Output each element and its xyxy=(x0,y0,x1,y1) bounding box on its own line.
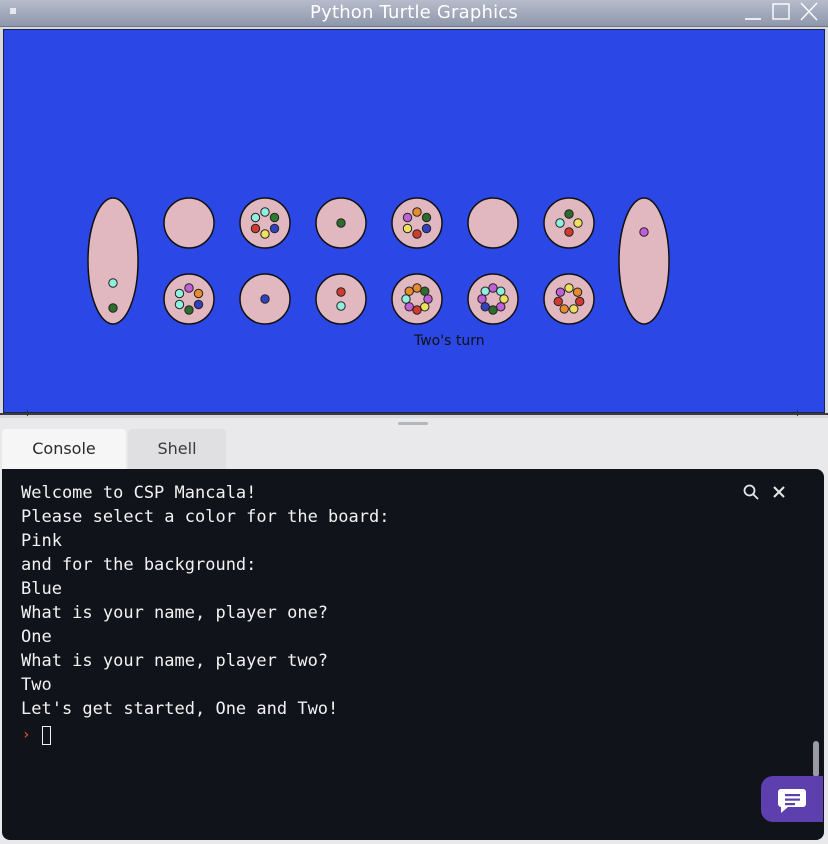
stone xyxy=(575,296,585,307)
stone xyxy=(412,229,422,239)
console-line: Two xyxy=(21,675,52,695)
stone xyxy=(193,288,204,299)
stone xyxy=(555,287,566,297)
chat-icon xyxy=(778,789,806,813)
stone xyxy=(572,287,583,297)
stone xyxy=(496,286,506,296)
pit-bottom xyxy=(163,273,215,325)
stone xyxy=(564,283,574,293)
window-titlebar[interactable]: Python Turtle Graphics xyxy=(0,0,828,27)
stone xyxy=(184,305,194,315)
turtle-canvas[interactable]: Two's turn xyxy=(3,29,825,413)
pit-bottom xyxy=(391,273,443,325)
console-panel[interactable]: Welcome to CSP Mancala! Please select a … xyxy=(2,469,824,840)
stone xyxy=(421,212,432,223)
search-icon[interactable] xyxy=(742,483,760,501)
panel-resize-handle[interactable] xyxy=(398,422,428,425)
prompt-chevron-icon: › xyxy=(22,727,31,743)
console-line: Please select a color for the board: xyxy=(21,507,390,527)
chat-button[interactable] xyxy=(761,776,823,822)
tab-shell[interactable]: Shell xyxy=(128,429,226,469)
stone xyxy=(423,294,433,304)
stone xyxy=(401,294,411,304)
stone xyxy=(108,303,118,313)
stone xyxy=(564,209,574,219)
stone xyxy=(569,304,579,314)
console-scrollbar[interactable] xyxy=(813,741,819,777)
text-cursor[interactable] xyxy=(42,726,51,745)
stone xyxy=(404,286,414,296)
stone xyxy=(412,305,422,315)
stone xyxy=(564,227,574,237)
stone xyxy=(639,227,649,237)
minimize-icon[interactable] xyxy=(742,2,764,22)
tab-console[interactable]: Console xyxy=(2,429,126,469)
console-output: Welcome to CSP Mancala! Please select a … xyxy=(21,481,389,721)
stone xyxy=(250,212,261,223)
stone xyxy=(553,296,563,307)
pit-bottom xyxy=(543,273,595,325)
stone xyxy=(555,218,565,228)
stone xyxy=(404,302,414,312)
pit-bottom xyxy=(467,273,519,325)
stone xyxy=(559,304,569,314)
stone xyxy=(496,302,506,312)
stone xyxy=(269,223,280,234)
stone xyxy=(336,301,346,311)
console-tabs: Console Shell xyxy=(0,429,828,469)
stone xyxy=(402,212,413,223)
stone xyxy=(488,305,498,315)
stone xyxy=(499,294,509,304)
stone xyxy=(260,207,270,217)
stone xyxy=(480,302,490,312)
console-line: Pink xyxy=(21,531,62,551)
stone xyxy=(269,212,280,223)
console-line: One xyxy=(21,627,52,647)
pit-top xyxy=(163,197,215,249)
stone xyxy=(250,223,261,234)
pit-top xyxy=(543,197,595,249)
stone xyxy=(184,283,194,293)
stone xyxy=(108,278,118,288)
stone xyxy=(193,299,204,310)
pit-top xyxy=(467,197,519,249)
console-line: Let's get started, One and Two! xyxy=(21,699,339,719)
stone xyxy=(260,229,270,239)
stone xyxy=(420,286,430,296)
console-line: What is your name, player two? xyxy=(21,651,329,671)
stone xyxy=(336,287,346,297)
stone xyxy=(573,218,583,228)
mancala-store-right xyxy=(618,197,670,325)
close-window-icon[interactable] xyxy=(798,2,820,22)
stone xyxy=(421,223,432,234)
console-line: Blue xyxy=(21,579,62,599)
stone xyxy=(174,288,185,299)
stone xyxy=(412,207,422,217)
canvas-scrollbar-track xyxy=(0,413,828,415)
scroll-tick-right xyxy=(797,410,798,416)
scroll-tick-left xyxy=(27,410,28,416)
pit-bottom xyxy=(315,273,367,325)
stone xyxy=(488,283,498,293)
stone xyxy=(402,223,413,234)
close-icon[interactable] xyxy=(770,483,788,501)
stone xyxy=(480,286,490,296)
turn-indicator: Two's turn xyxy=(413,333,485,349)
turtle-graphics-window: Python Turtle Graphics Two's turn xyxy=(0,0,828,418)
window-title: Python Turtle Graphics xyxy=(310,2,518,23)
stone xyxy=(477,294,487,304)
stone xyxy=(174,299,185,310)
stone xyxy=(420,302,430,312)
pit-top xyxy=(239,197,291,249)
console-line: What is your name, player one? xyxy=(21,603,329,623)
stone xyxy=(260,294,270,304)
console-line: and for the background: xyxy=(21,555,257,575)
stone xyxy=(336,218,346,228)
stone xyxy=(412,283,422,293)
pit-top xyxy=(391,197,443,249)
maximize-icon[interactable] xyxy=(770,2,792,22)
console-line: Welcome to CSP Mancala! xyxy=(21,483,257,503)
